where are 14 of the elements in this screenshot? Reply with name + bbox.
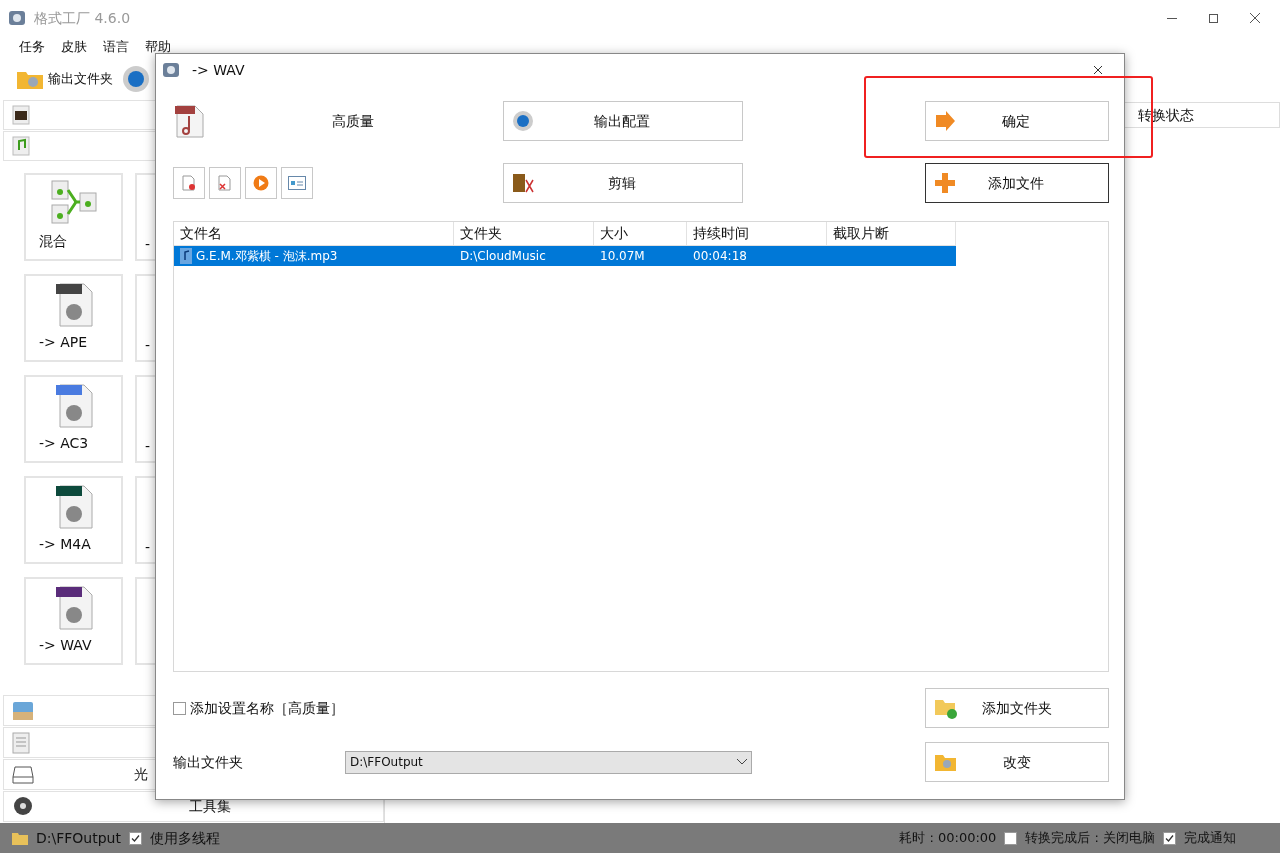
checkbox-label: 添加设置名称［高质量］ (190, 698, 344, 718)
dialog-title: -> WAV (192, 60, 245, 80)
table-cell-text: 10.07M (599, 248, 646, 265)
table-cell-text: D:\CloudMusic (459, 248, 547, 265)
checkbox-label: 完成通知 (1184, 829, 1236, 848)
elapsed-time: 耗时 : 00:00:00 (899, 829, 997, 848)
window-title: 格式工厂 4.6.0 (34, 8, 131, 28)
checkbox-label: 使用多线程 (149, 828, 220, 848)
quality-preset: 高质量 (332, 111, 374, 131)
table-cell: G.E.M.邓紫棋 - 泡沫.mp3 (174, 247, 454, 265)
table-cell-text: 00:04:18 (692, 248, 748, 265)
checkbox-label: 转换完成后 : 关闭电脑 (1025, 829, 1155, 848)
output-path: D:\FFOutput (36, 828, 121, 848)
field-label: 输出文件夹 (173, 752, 244, 772)
